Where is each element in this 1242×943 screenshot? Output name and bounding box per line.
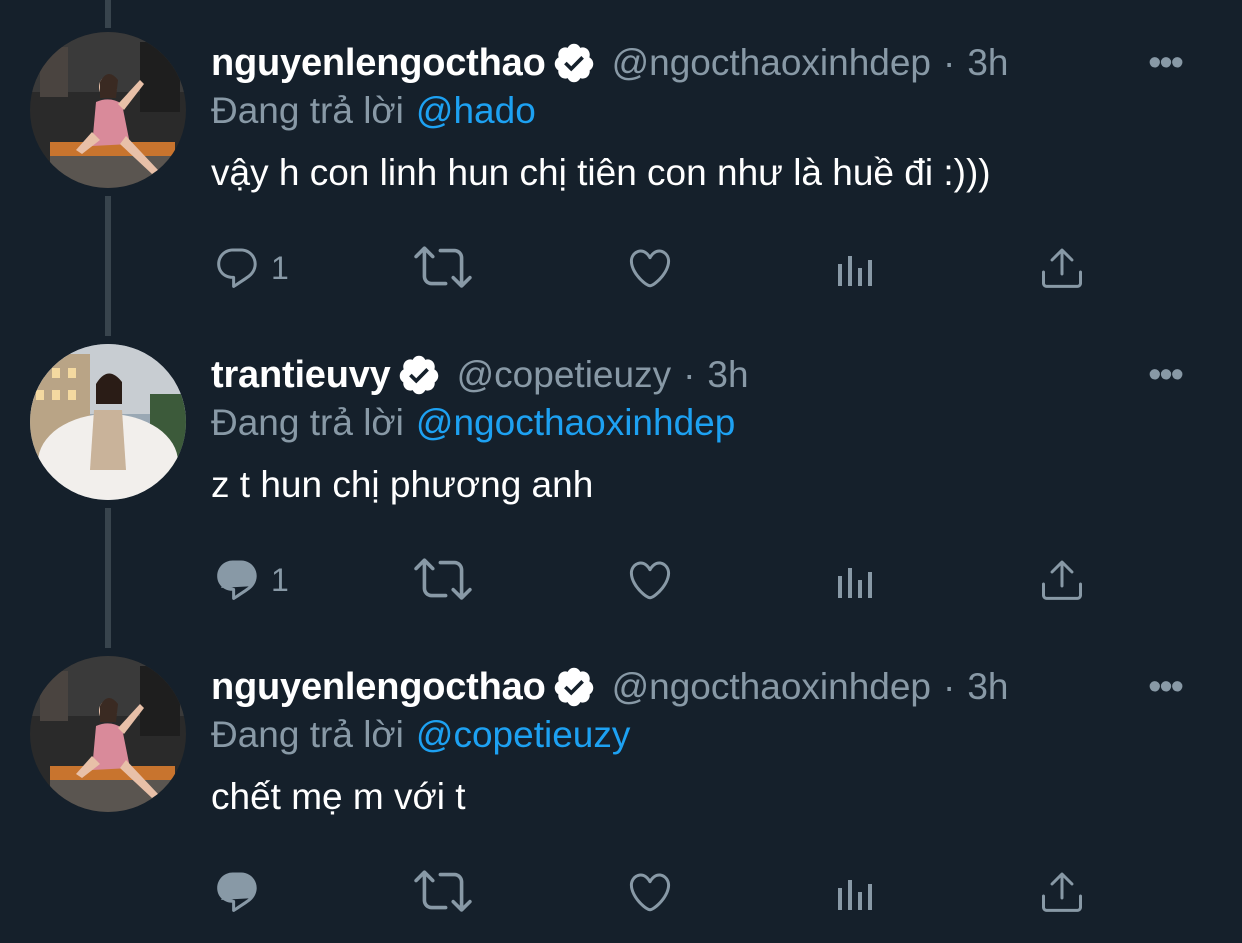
like-icon — [629, 561, 671, 600]
reply-prefix: Đang trả lời — [211, 90, 404, 131]
action-bar — [0, 862, 1242, 922]
timestamp[interactable]: 3h — [967, 666, 1008, 708]
reply-to-link[interactable]: @copetieuzy — [416, 714, 630, 755]
like-icon — [629, 873, 671, 912]
analytics-icon — [838, 256, 872, 286]
share-button[interactable] — [1038, 238, 1086, 298]
retweet-icon — [414, 870, 472, 912]
action-bar: 1 — [0, 550, 1242, 610]
replying-to: Đang trả lời @hado — [211, 90, 536, 132]
reply-button[interactable]: 1 — [213, 238, 289, 298]
like-button[interactable] — [626, 238, 674, 298]
display-name[interactable]: nguyenlengocthao — [211, 666, 546, 709]
reply-count: 1 — [271, 249, 289, 286]
retweet-icon — [414, 246, 472, 288]
retweet-button[interactable] — [414, 238, 472, 298]
more-icon[interactable]: ••• — [1148, 38, 1184, 88]
retweet-icon — [414, 558, 472, 600]
analytics-button[interactable] — [832, 862, 880, 922]
retweet-button[interactable] — [414, 862, 472, 922]
thread-line-top — [105, 0, 111, 28]
share-button[interactable] — [1038, 862, 1086, 922]
reply-icon — [217, 560, 257, 600]
share-icon — [1042, 872, 1082, 912]
analytics-button[interactable] — [832, 550, 880, 610]
tweet-header: nguyenlengocthao @ngocthaoxinhdep · 3h — [211, 662, 1009, 712]
retweet-button[interactable] — [414, 550, 472, 610]
verified-badge-icon — [397, 353, 441, 397]
avatar[interactable] — [30, 32, 186, 188]
like-button[interactable] — [626, 550, 674, 610]
display-name[interactable]: trantieuvy — [211, 354, 391, 397]
more-icon[interactable]: ••• — [1148, 662, 1184, 712]
replying-to: Đang trả lời @ngocthaoxinhdep — [211, 402, 735, 444]
avatar-white-fur-image — [30, 344, 186, 500]
separator: · — [683, 354, 696, 395]
verified-badge-icon — [552, 665, 596, 709]
display-name[interactable]: nguyenlengocthao — [211, 42, 546, 85]
reply-to-link[interactable]: @hado — [416, 90, 536, 131]
analytics-button[interactable] — [832, 238, 880, 298]
avatar[interactable] — [30, 344, 186, 500]
reply-prefix: Đang trả lời — [211, 402, 404, 443]
more-icon[interactable]: ••• — [1148, 350, 1184, 400]
handle[interactable]: @ngocthaoxinhdep — [612, 42, 931, 84]
separator: · — [943, 666, 956, 707]
analytics-icon — [838, 568, 872, 598]
timestamp[interactable]: 3h — [967, 42, 1008, 84]
handle[interactable]: @ngocthaoxinhdep — [612, 666, 931, 708]
share-button[interactable] — [1038, 550, 1086, 610]
reply-icon — [217, 248, 257, 288]
replying-to: Đang trả lời @copetieuzy — [211, 714, 630, 756]
share-icon — [1042, 560, 1082, 600]
reply-button[interactable]: 1 — [213, 550, 289, 610]
handle[interactable]: @copetieuzy — [457, 354, 671, 396]
avatar-pink-dress-image — [30, 656, 186, 812]
analytics-icon — [838, 880, 872, 910]
avatar-pink-dress-image — [30, 32, 186, 188]
avatar[interactable] — [30, 656, 186, 812]
reply-icon — [217, 872, 257, 912]
like-button[interactable] — [626, 862, 674, 922]
timestamp[interactable]: 3h — [707, 354, 748, 396]
tweet-header: nguyenlengocthao @ngocthaoxinhdep · 3h — [211, 38, 1009, 88]
action-bar: 1 — [0, 238, 1242, 298]
tweet-text: vậy h con linh hun chị tiên con như là h… — [211, 152, 991, 193]
tweet-text: chết mẹ m với t — [211, 776, 466, 817]
tweet-text: z t hun chị phương anh — [211, 464, 594, 505]
reply-prefix: Đang trả lời — [211, 714, 404, 755]
reply-count: 1 — [271, 561, 289, 598]
like-icon — [629, 249, 671, 288]
separator: · — [943, 42, 956, 83]
reply-to-link[interactable]: @ngocthaoxinhdep — [416, 402, 735, 443]
reply-button[interactable] — [213, 862, 271, 922]
tweet-header: trantieuvy @copetieuzy · 3h — [211, 350, 749, 400]
verified-badge-icon — [552, 41, 596, 85]
share-icon — [1042, 248, 1082, 288]
